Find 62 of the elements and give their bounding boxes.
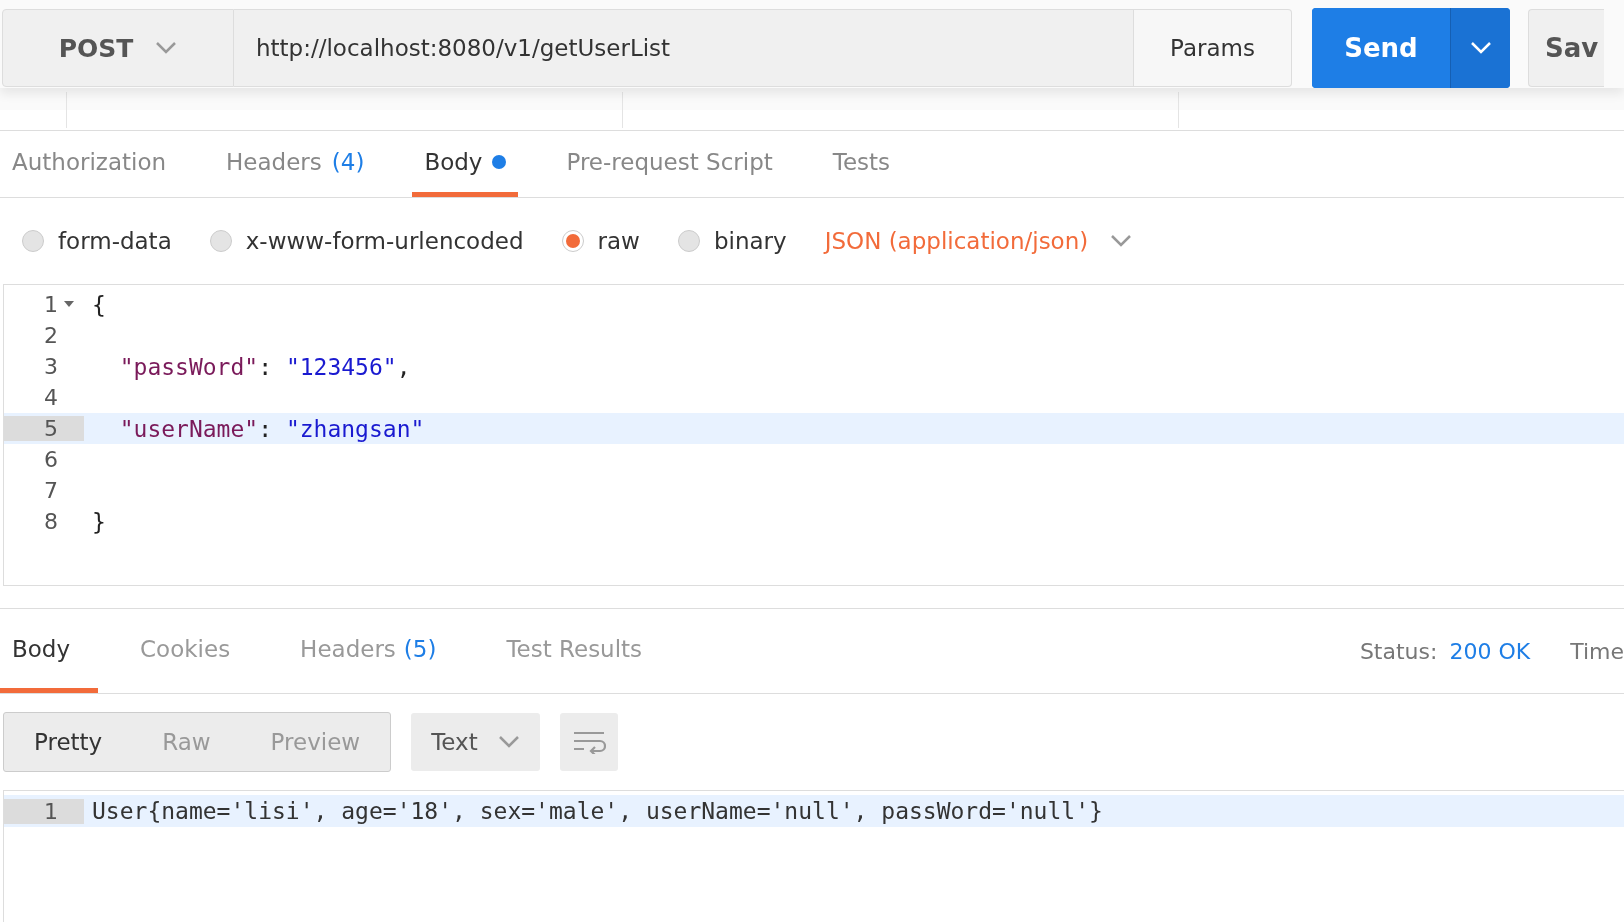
line-number: 6 (43, 447, 59, 472)
radio-label: raw (597, 228, 640, 254)
response-tab[interactable]: Headers (5) (288, 609, 465, 693)
view-mode-button[interactable]: Preview (240, 713, 391, 771)
response-tab[interactable]: Test Results (494, 609, 671, 693)
content-type-dropdown[interactable]: JSON (application/json) (824, 228, 1133, 254)
line-number: 8 (43, 509, 59, 534)
tab-label: Headers (226, 148, 322, 175)
save-button[interactable]: Sav (1528, 9, 1605, 87)
radio-label: binary (713, 228, 787, 254)
code-line: } (91, 508, 106, 535)
response-tab[interactable]: Cookies (128, 609, 259, 693)
method-dropdown[interactable]: POST (2, 9, 234, 87)
radio-button[interactable] (22, 230, 44, 252)
tab-label: Tests (832, 148, 891, 175)
tab-label: Headers (300, 635, 396, 662)
chevron-down-icon (155, 41, 178, 55)
line-number: 4 (43, 385, 59, 410)
tab-count: (4) (331, 148, 365, 175)
tab-label: Pre-request Script (566, 148, 773, 175)
line-number: 5 (4, 416, 84, 441)
request-tab[interactable]: Tests (820, 131, 903, 197)
code-line: User{name='lisi', age='18', sex='male', userName='null', passWord='null'} (91, 798, 1103, 824)
line-number: 3 (43, 354, 59, 379)
radio-label: form-data (58, 228, 172, 254)
tab-count: (5) (403, 635, 437, 662)
status-label: Status: (1359, 638, 1438, 664)
line-number: 1 (4, 292, 84, 317)
status-value: 200 OK (1449, 638, 1531, 664)
wrap-lines-button[interactable] (559, 713, 618, 771)
url-field[interactable]: http://localhost:8080/v1/getUserList (234, 9, 1134, 87)
params-button[interactable]: Params (1134, 9, 1292, 87)
request-tab[interactable]: Headers (4) (214, 131, 377, 197)
tab-label: Cookies (140, 635, 231, 662)
tab-label: Test Results (506, 635, 643, 662)
code-line: "userName": "zhangsan" (118, 415, 425, 442)
line-number: 7 (43, 478, 59, 503)
time-label: Time (1570, 638, 1624, 664)
tab-label: Authorization (12, 148, 167, 175)
code-line: { (91, 291, 106, 318)
line-number: 2 (43, 323, 59, 348)
tab-label: Body (424, 148, 483, 175)
format-dropdown[interactable]: Text (411, 713, 540, 771)
code-line: "passWord": "123456", (118, 353, 411, 380)
tab-label: Body (12, 635, 71, 662)
request-tab[interactable]: Authorization (0, 131, 179, 197)
request-tab[interactable]: Pre-request Script (554, 131, 785, 197)
radio-button[interactable] (677, 230, 700, 252)
fold-caret-icon[interactable] (64, 300, 74, 309)
send-options-button[interactable] (1450, 8, 1510, 88)
radio-button[interactable] (209, 230, 232, 252)
radio-button[interactable] (561, 230, 584, 252)
radio-label: x-www-form-urlencoded (245, 228, 524, 254)
chevron-down-icon (497, 735, 520, 749)
view-mode-button[interactable]: Pretty (4, 713, 133, 771)
request-tab[interactable]: Body (412, 131, 519, 197)
response-tab[interactable]: Body (0, 609, 99, 693)
chevron-down-icon (1110, 234, 1133, 248)
chevron-down-icon (1469, 41, 1492, 55)
view-mode-button[interactable]: Raw (132, 713, 241, 771)
wrap-lines-icon (571, 730, 606, 754)
line-number: 1 (4, 798, 84, 824)
